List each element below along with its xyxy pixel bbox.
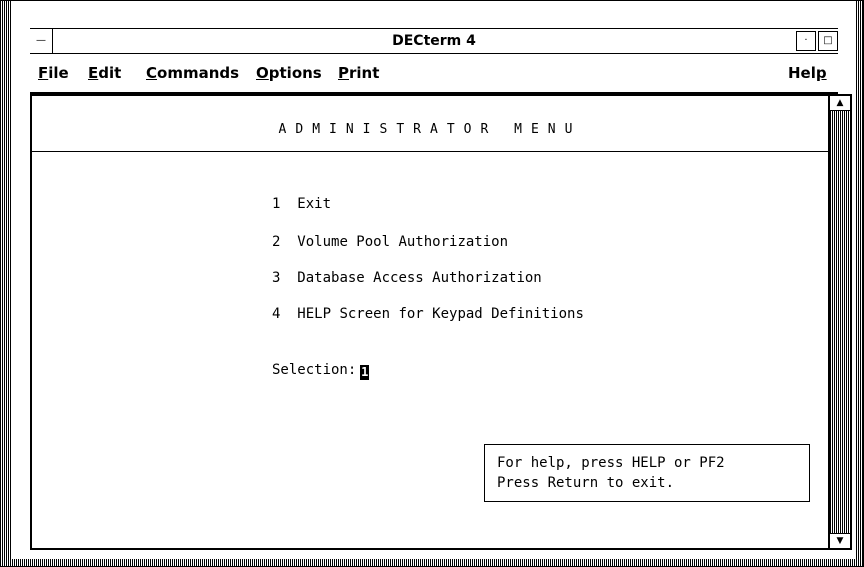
scroll-down-arrow-icon[interactable]: ▼ <box>830 533 850 548</box>
vertical-scrollbar[interactable]: ▲ ▼ <box>828 94 852 550</box>
selection-input[interactable]: 1 <box>360 365 370 380</box>
menu-bar: File Edit Commands Options Print Help <box>30 54 838 94</box>
menu-option-help-screen[interactable]: 4 HELP Screen for Keypad Definitions <box>272 306 584 322</box>
title-divider <box>32 151 828 152</box>
scroll-up-arrow-icon[interactable]: ▲ <box>830 96 850 111</box>
menu-print[interactable]: Print <box>338 64 379 82</box>
menu-option-volume-pool[interactable]: 2 Volume Pool Authorization <box>272 234 508 250</box>
selection-prompt: Selection: 1 <box>272 362 370 380</box>
maximize-button[interactable]: □ <box>818 31 838 51</box>
help-box: For help, press HELP or PF2 Press Return… <box>484 444 810 502</box>
window-title: DECterm 4 <box>392 33 476 49</box>
minimize-button[interactable]: · <box>796 31 816 51</box>
help-line-1: For help, press HELP or PF2 <box>497 455 725 471</box>
help-line-2: Press Return to exit. <box>497 475 675 491</box>
menu-edit[interactable]: Edit <box>88 64 121 82</box>
menu-help[interactable]: Help <box>788 64 827 82</box>
menu-option-database-access[interactable]: 3 Database Access Authorization <box>272 270 542 286</box>
title-bar[interactable]: — DECterm 4 · □ <box>30 28 838 54</box>
menu-option-exit[interactable]: 1 Exit <box>272 196 331 212</box>
screen-title: ADMINISTRATOR MENU <box>278 122 582 137</box>
menu-file[interactable]: File <box>38 64 69 82</box>
menu-options[interactable]: Options <box>256 64 322 82</box>
menu-commands[interactable]: Commands <box>146 64 239 82</box>
terminal-screen[interactable]: ADMINISTRATOR MENU 1 Exit 2 Volume Pool … <box>30 94 830 550</box>
